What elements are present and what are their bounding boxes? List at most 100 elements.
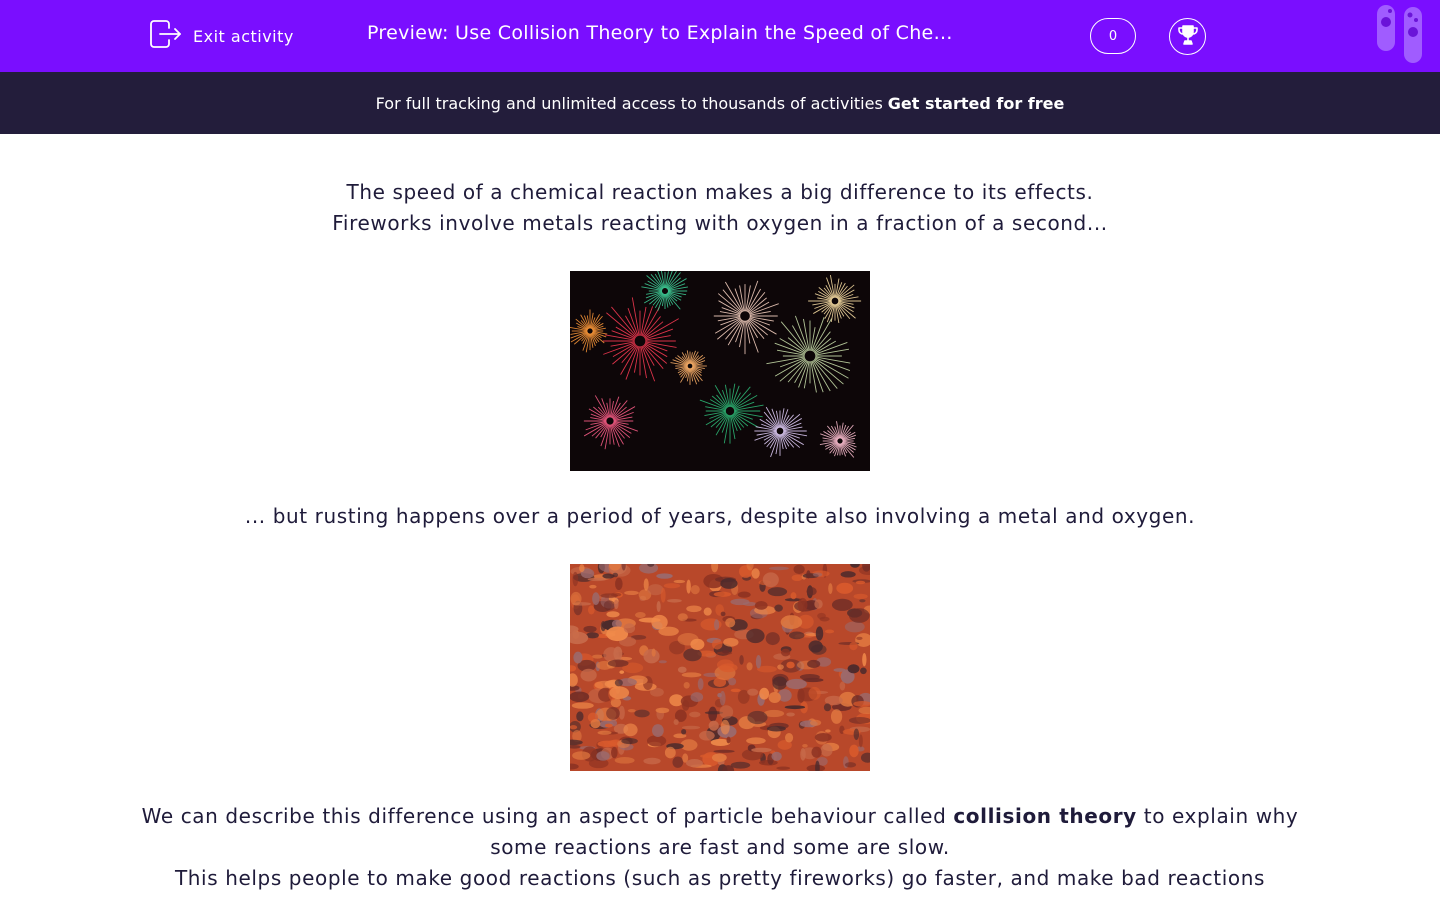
rust-speck	[751, 747, 772, 753]
rust-speck	[614, 679, 623, 687]
rust-speck	[634, 709, 650, 718]
rust-speck	[583, 625, 597, 633]
rust-speck	[831, 598, 853, 611]
rust-speck	[772, 676, 788, 690]
promo-text: For full tracking and unlimited access t…	[375, 93, 883, 113]
activity-title: Preview: Use Collision Theory to Explain…	[367, 22, 953, 44]
test-tubes-icon	[1376, 5, 1424, 65]
rust-speck	[619, 670, 625, 674]
rust-speck	[614, 757, 635, 764]
rust-speck	[844, 762, 857, 768]
rust-speck	[806, 570, 811, 579]
rust-speck	[739, 654, 744, 665]
collision-text-before: We can describe this difference using an…	[141, 804, 954, 828]
rust-speck	[767, 587, 788, 597]
rust-speck	[820, 743, 833, 757]
rust-speck	[711, 639, 723, 650]
rust-speck	[664, 746, 676, 759]
rust-speck	[690, 638, 705, 651]
rust-speck	[839, 681, 846, 691]
rust-speck	[720, 719, 730, 735]
rust-paragraph: ... but rusting happens over a period of…	[244, 504, 1196, 528]
rust-speck	[853, 728, 860, 741]
rust-speck	[717, 693, 722, 698]
rust-speck	[825, 729, 831, 733]
rust-speck	[624, 590, 639, 596]
rust-speck	[603, 600, 616, 611]
rust-speck	[667, 599, 682, 603]
rust-speck	[652, 724, 664, 737]
rust-speck	[623, 623, 636, 634]
rust-speck	[587, 605, 595, 615]
rust-speck	[673, 719, 679, 726]
rust-speck	[823, 703, 832, 712]
trophy-button[interactable]	[1169, 18, 1206, 55]
rust-speck	[572, 751, 591, 760]
rust-speck	[862, 652, 867, 667]
rust-speck	[651, 648, 656, 657]
rust-speck	[747, 710, 768, 725]
rust-speck	[719, 705, 734, 719]
rust-speck	[658, 660, 667, 664]
rust-image	[570, 564, 870, 771]
rust-speck	[690, 692, 704, 702]
rust-speck	[855, 580, 866, 585]
rust-speck	[814, 599, 823, 609]
rust-speck	[781, 648, 791, 657]
rust-speck	[806, 587, 817, 596]
rust-speck	[590, 718, 601, 729]
rust-speck	[573, 651, 583, 664]
rust-speck	[746, 662, 753, 671]
rust-speck	[580, 668, 597, 682]
rust-speck	[606, 611, 620, 618]
rust-speck	[824, 629, 835, 634]
intro-line-2: Fireworks involve metals reacting with o…	[332, 211, 1108, 235]
rust-speck	[785, 678, 807, 690]
collision-theory-term: collision theory	[953, 804, 1137, 828]
rust-speck	[830, 709, 843, 724]
rust-speck	[713, 591, 732, 597]
rust-speck	[611, 746, 618, 759]
rust-speck	[711, 753, 727, 762]
rust-speck	[686, 759, 703, 768]
rust-speck	[725, 617, 736, 628]
rust-speck	[797, 597, 808, 612]
rust-speck	[680, 739, 698, 751]
rust-speck	[777, 664, 784, 670]
rust-speck	[728, 677, 737, 686]
reactions-sentence: This helps people to make good reactions…	[174, 866, 1266, 890]
get-started-link[interactable]: Get started for free	[888, 94, 1065, 113]
rust-speck	[780, 615, 803, 630]
rust-speck	[768, 566, 789, 571]
rust-speck	[699, 730, 715, 741]
fireworks-image	[570, 271, 870, 471]
rust-speck	[719, 690, 726, 706]
rust-speck	[722, 649, 730, 654]
rust-speck	[759, 687, 770, 700]
rust-speck	[848, 608, 870, 623]
rust-speck	[793, 564, 805, 574]
rust-speck	[840, 571, 856, 578]
rust-speck	[656, 573, 673, 579]
rust-speck	[604, 723, 613, 728]
collision-sentence: We can describe this difference using an…	[140, 801, 1300, 863]
rust-speck	[613, 599, 619, 610]
rust-speck	[609, 686, 630, 699]
exit-icon	[149, 19, 183, 53]
promo-banner: For full tracking and unlimited access t…	[0, 72, 1440, 134]
rust-speck	[737, 591, 751, 598]
rust-speck	[746, 628, 765, 644]
rust-speck	[809, 719, 822, 726]
exit-activity-button[interactable]: Exit activity	[149, 20, 294, 52]
rust-speck	[762, 572, 779, 588]
rust-speck	[713, 749, 735, 753]
rust-speck	[672, 756, 684, 768]
rust-speck	[856, 636, 863, 640]
rust-speck	[607, 659, 629, 668]
rust-speck	[807, 659, 821, 668]
rust-speck	[686, 579, 691, 594]
rust-speck	[610, 592, 622, 597]
rust-speck	[613, 646, 623, 661]
rust-speck	[656, 600, 661, 613]
trophy-icon	[1176, 23, 1200, 51]
